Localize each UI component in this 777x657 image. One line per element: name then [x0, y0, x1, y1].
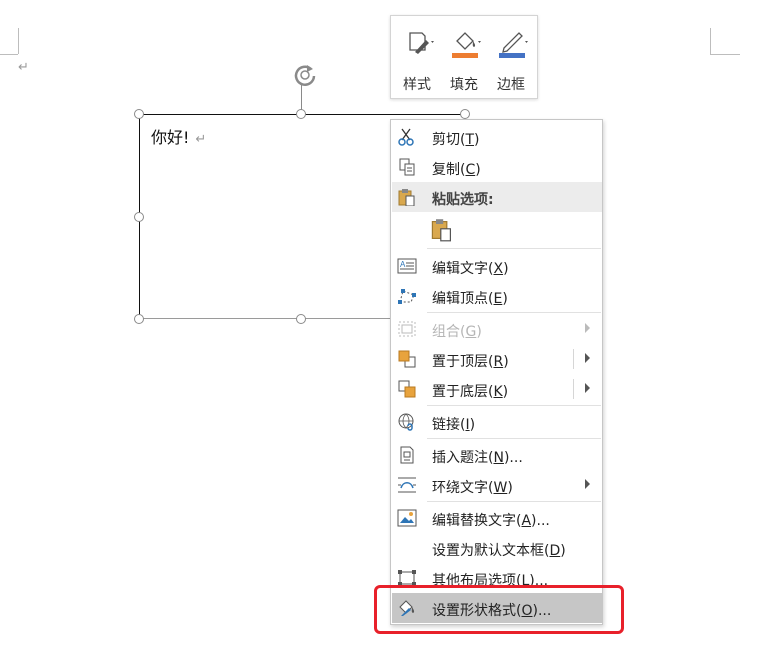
resize-handle-top[interactable]	[296, 109, 306, 119]
edit-points-icon	[398, 289, 416, 304]
resize-handle-top-left[interactable]	[134, 109, 144, 119]
bring-front-icon	[398, 350, 416, 368]
highlight-annotation-box	[374, 585, 624, 634]
caption-icon	[400, 446, 414, 464]
text-box-text: 你好!	[151, 128, 190, 147]
menu-item-set-default-textbox[interactable]: 设置为默认文本框(D)	[392, 533, 602, 563]
edit-text-icon: A	[397, 258, 417, 274]
fill-button[interactable]: 填充	[442, 24, 486, 94]
copy-icon	[399, 158, 415, 176]
page-corner-mark-right	[710, 28, 711, 54]
fill-label: 填充	[450, 77, 478, 93]
mini-toolbar: 样式 填充 边框	[390, 15, 538, 99]
menu-separator	[427, 312, 601, 313]
rotate-handle-stem	[301, 84, 302, 112]
border-button[interactable]: 边框	[489, 24, 533, 94]
group-icon	[398, 321, 416, 337]
rotate-handle-icon[interactable]	[290, 60, 320, 90]
menu-item-copy[interactable]: 复制(C)	[392, 152, 602, 182]
resize-handle-left[interactable]	[134, 212, 144, 222]
style-button[interactable]: 样式	[395, 24, 439, 94]
fill-bucket-icon	[452, 32, 481, 58]
menu-item-wrap-text[interactable]: 环绕文字(W)	[392, 470, 602, 500]
resize-handle-bottom-left[interactable]	[134, 314, 144, 324]
menu-item-cut[interactable]: 剪切(T)	[392, 122, 602, 152]
submenu-arrow-icon[interactable]	[585, 353, 590, 363]
context-menu: 剪切(T) 复制(C) 粘贴选项: A 编辑文字(X) 编辑顶点(E) 组合(G…	[390, 119, 603, 625]
text-box-paragraph-mark: ↵	[195, 132, 207, 147]
menu-separator	[427, 405, 601, 406]
page-corner-mark-right-h	[710, 54, 740, 55]
menu-item-send-to-back[interactable]: 置于底层(K)	[392, 374, 602, 404]
link-icon	[398, 413, 414, 431]
border-pen-icon	[499, 32, 528, 58]
paste-icon	[398, 189, 415, 206]
menu-item-edit-text[interactable]: A 编辑文字(X)	[392, 251, 602, 281]
menu-item-paste-keep[interactable]	[392, 214, 602, 246]
menu-item-edit-points[interactable]: 编辑顶点(E)	[392, 281, 602, 311]
alt-text-icon	[397, 509, 417, 527]
svg-text:A: A	[400, 260, 406, 269]
wrap-text-icon	[398, 477, 416, 493]
menu-separator	[427, 438, 601, 439]
resize-handle-bottom[interactable]	[296, 314, 306, 324]
border-label: 边框	[497, 77, 525, 93]
submenu-arrow-icon	[585, 323, 590, 333]
submenu-arrow-icon	[585, 479, 590, 489]
page-corner-mark-left	[18, 28, 19, 54]
menu-header-paste-options: 粘贴选项:	[392, 182, 602, 212]
menu-item-bring-to-front[interactable]: 置于顶层(R)	[392, 344, 602, 374]
split-divider	[573, 349, 574, 369]
menu-item-group: 组合(G)	[392, 314, 602, 344]
send-back-icon	[398, 380, 416, 398]
page-corner-mark-left-h	[0, 54, 18, 55]
menu-separator	[427, 248, 601, 249]
menu-item-insert-caption[interactable]: 插入题注(N)...	[392, 440, 602, 470]
scissors-icon	[398, 128, 414, 146]
submenu-arrow-icon[interactable]	[585, 383, 590, 393]
shape-style-icon	[409, 32, 434, 54]
menu-item-edit-alt-text[interactable]: 编辑替换文字(A)...	[392, 503, 602, 533]
resize-handle-top-right[interactable]	[460, 109, 470, 119]
paste-keep-icon	[431, 219, 451, 242]
paragraph-mark: ↵	[18, 60, 29, 75]
text-box-content[interactable]: 你好! ↵	[151, 124, 206, 148]
style-label: 样式	[403, 77, 431, 93]
split-divider	[573, 379, 574, 399]
menu-separator	[427, 501, 601, 502]
menu-item-link[interactable]: 链接(I)	[392, 407, 602, 437]
